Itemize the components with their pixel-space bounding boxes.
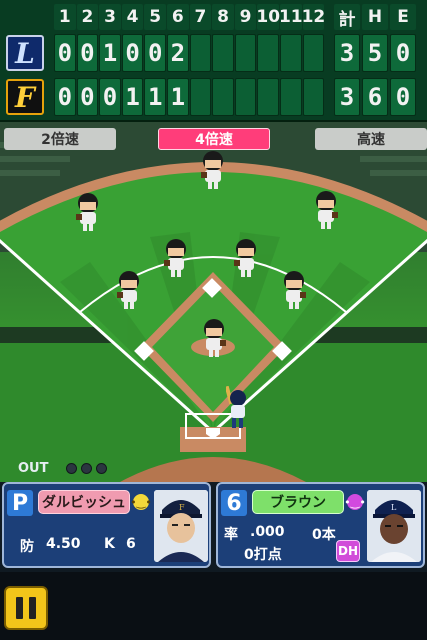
scoreboard-header: 1 2 3 4 5 6 7 8 9 10 11 12 計 H E: [0, 4, 427, 30]
svg-text:F: F: [179, 503, 185, 512]
inning-header-6: 6: [167, 4, 189, 30]
scoreboard: 1 2 3 4 5 6 7 8 9 10 11 12 計 H E L 001002350 F 0001113…: [0, 0, 427, 122]
inning-score-cell: [189, 34, 212, 72]
inning-score-cell: 2: [167, 34, 189, 72]
out-dot-3: [96, 462, 108, 474]
right-fielder: [316, 191, 338, 229]
center-fielder: [201, 151, 223, 189]
batter-avg-value: .000: [250, 524, 285, 540]
batter-rbi-value: 0打点: [244, 547, 282, 563]
scoreboard-team-row-away: L 001002350: [0, 33, 427, 73]
bottom-bar: [0, 572, 427, 640]
player-info-area: P ダルビッシュ •‿• 防 4.50 K 6 F 6 ブラウン •‿• 率 .…: [0, 482, 427, 572]
team-hits: 6: [362, 78, 388, 116]
left-fielder: [76, 193, 98, 231]
inning-score-cell: 0: [76, 78, 99, 116]
second-baseman: [234, 239, 256, 277]
out-label: OUT: [18, 460, 49, 476]
batter-sprite: [226, 386, 246, 428]
pitcher-sprite: [204, 319, 226, 357]
inning-header-2: 2: [76, 4, 99, 30]
batter-panel[interactable]: 6 ブラウン •‿• 率 .000 0本 0打点 DH L: [216, 482, 425, 568]
fighters-logo-icon: F: [6, 79, 44, 115]
third-baseman: [117, 271, 139, 309]
pitcher-k-value: 6: [126, 536, 136, 552]
batter-portrait: L: [367, 490, 421, 562]
pitcher-name: ダルビッシュ: [38, 490, 130, 514]
inning-score-cell: 0: [144, 34, 166, 72]
inning-score-cell: 1: [167, 78, 189, 116]
batter-position-badge: DH: [336, 540, 360, 562]
batter-hr-value: 0本: [312, 527, 336, 543]
inning-score-cell: [234, 78, 257, 116]
inning-score-cell: 1: [121, 78, 144, 116]
inning-score-cell: [212, 34, 234, 72]
out-indicator: OUT: [18, 459, 108, 477]
inning-header-11: 11: [279, 4, 303, 30]
pitcher-era-value: 4.50: [46, 536, 81, 552]
team-errors: 0: [390, 78, 416, 116]
team-errors: 0: [390, 34, 416, 72]
speed-max-button[interactable]: 高速: [315, 128, 427, 150]
pause-icon-bar-right: [29, 597, 36, 619]
speed-4x-button[interactable]: 4倍速: [158, 128, 270, 150]
pause-button[interactable]: [4, 586, 48, 630]
inning-score-cell: 0: [54, 78, 76, 116]
team-hits: 5: [362, 34, 388, 72]
inning-header-1: 1: [54, 4, 76, 30]
pitcher-panel[interactable]: P ダルビッシュ •‿• 防 4.50 K 6 F: [2, 482, 211, 568]
scoreboard-team-row-home: F 000111360: [0, 77, 427, 117]
inning-header-10: 10: [256, 4, 280, 30]
inning-score-cell: [302, 78, 325, 116]
inning-header-12: 12: [302, 4, 325, 30]
inning-header-4: 4: [121, 4, 144, 30]
svg-text:L: L: [391, 503, 397, 512]
inning-score-cell: 1: [99, 34, 121, 72]
inning-header-9: 9: [234, 4, 257, 30]
inning-header-3: 3: [99, 4, 121, 30]
inning-score-cell: [189, 78, 212, 116]
total-header: 計: [334, 4, 360, 30]
shortstop: [164, 239, 186, 277]
inning-header-7: 7: [189, 4, 212, 30]
batter-name: ブラウン: [252, 490, 344, 514]
speed-2x-button[interactable]: 2倍速: [4, 128, 116, 150]
team-total-runs: 3: [334, 34, 360, 72]
inning-header-8: 8: [212, 4, 234, 30]
lions-logo-icon: L: [6, 35, 44, 71]
inning-score-cell: [257, 34, 279, 72]
inning-score-cell: 0: [121, 34, 144, 72]
out-dot-2: [81, 462, 93, 474]
inning-score-cell: 0: [54, 34, 76, 72]
baseball-field[interactable]: 2倍速 4倍速 高速: [0, 122, 427, 482]
inning-score-cell: [280, 34, 302, 72]
batter-avg-label: 率: [224, 527, 238, 543]
inning-score-cell: 1: [144, 78, 166, 116]
inning-score-cell: [257, 78, 279, 116]
pitcher-era-label: 防: [20, 539, 34, 555]
pitcher-k-label: K: [104, 536, 115, 552]
first-baseman: [284, 271, 306, 309]
yellow-face-icon: •‿•: [130, 494, 152, 510]
inning-header-5: 5: [144, 4, 166, 30]
hits-header: H: [362, 4, 388, 30]
inning-score-cell: [212, 78, 234, 116]
inning-score-cell: [302, 34, 325, 72]
team-total-runs: 3: [334, 78, 360, 116]
batter-order-badge: 6: [221, 490, 247, 516]
inning-score-cell: [280, 78, 302, 116]
pitcher-role-badge: P: [7, 490, 33, 516]
inning-score-cell: [234, 34, 257, 72]
out-dot-1: [66, 462, 78, 474]
inning-score-cell: 0: [99, 78, 121, 116]
pitcher-portrait: F: [154, 490, 208, 562]
errors-header: E: [390, 4, 416, 30]
inning-score-cell: 0: [76, 34, 99, 72]
purple-face-icon: •‿•: [344, 494, 366, 510]
pause-icon-bar-left: [16, 597, 23, 619]
